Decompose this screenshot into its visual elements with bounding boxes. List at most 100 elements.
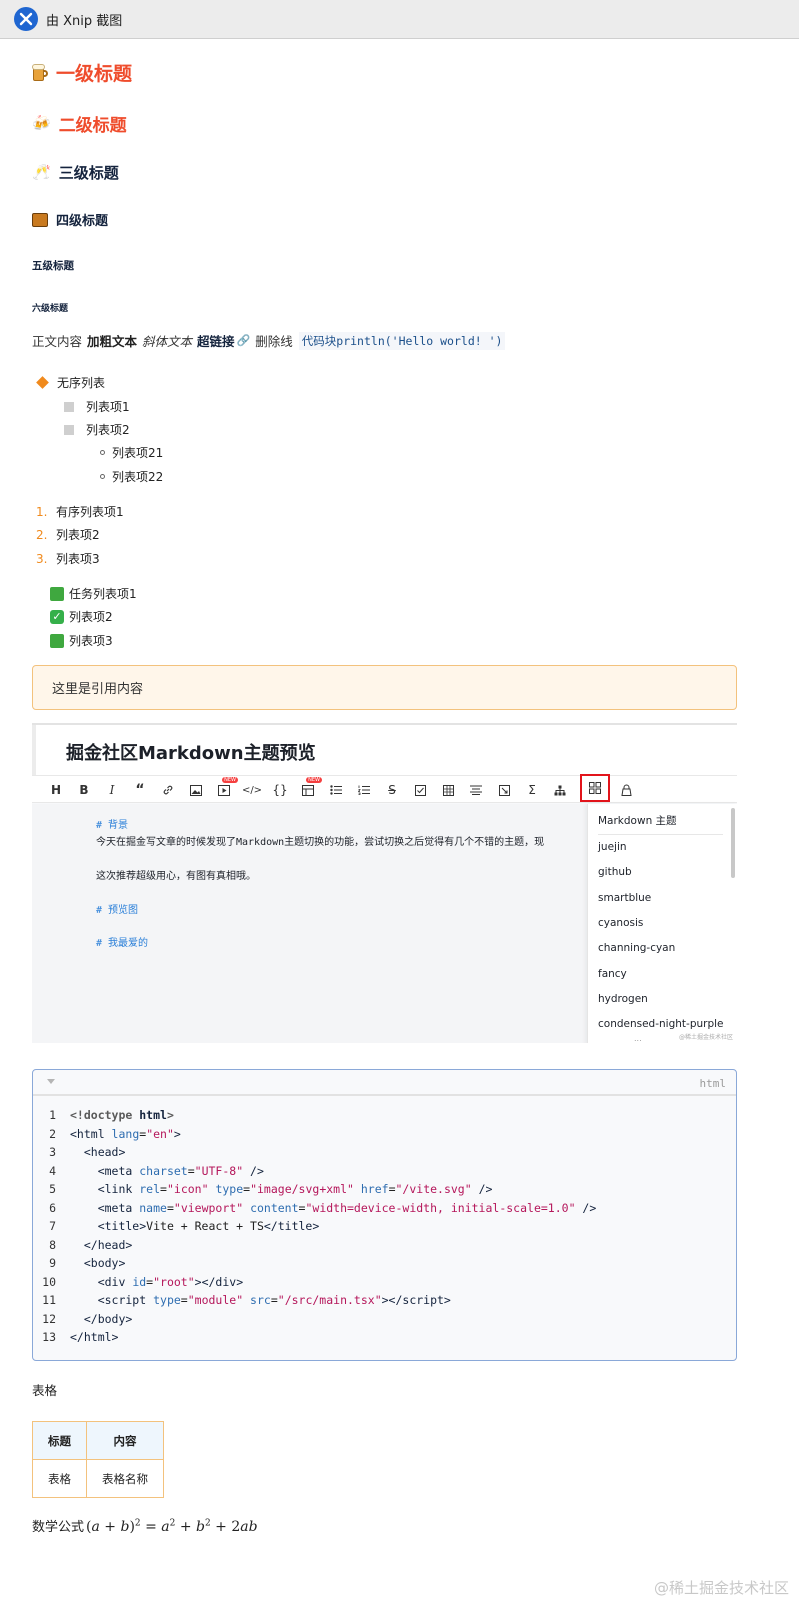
theme-option: hydrogen (598, 993, 648, 1005)
table-row: 表格 表格名称 (32, 1459, 164, 1498)
line-number: 6 (49, 1200, 56, 1215)
heading-3-text: 三级标题 (58, 164, 119, 182)
task-item: 任务列表项1 (50, 585, 137, 602)
clinking-beer-mugs-icon: 🍻 (32, 114, 51, 132)
new-badge: NEW (222, 777, 238, 783)
new-badge: NEW (306, 777, 322, 783)
code-line: 3 <head> (33, 1145, 125, 1163)
table-cell: 表格名称 (86, 1459, 164, 1498)
line-number: 7 (49, 1219, 56, 1233)
theme-option: smartblue (598, 892, 652, 904)
line-number: 8 (49, 1237, 56, 1252)
list-item: 列表项2 (64, 421, 130, 438)
table-header-cell: 内容 (86, 1421, 164, 1460)
table-cell: 表格 (32, 1459, 87, 1498)
code-line: 11 <script type = "module" src = "/src/main.… (33, 1293, 451, 1311)
grid-tool-icon (438, 780, 458, 800)
bold-tool-icon: B (79, 783, 89, 797)
lock-tool-icon (616, 780, 636, 800)
code-language-label: html (699, 1077, 727, 1090)
image-tool-icon (186, 780, 206, 800)
list-item: 列表项21 (100, 444, 163, 461)
tree-tool-icon (550, 780, 570, 800)
code-line: 2 <html lang = "en" > (33, 1127, 181, 1145)
align-tool-icon (466, 780, 486, 800)
task-item: 列表项3 (50, 632, 113, 649)
code-line: 8 </head> (33, 1238, 132, 1256)
diamond-bullet-icon (36, 376, 49, 389)
unchecked-green-square-icon[interactable] (50, 586, 64, 601)
tumbler-glass-icon (32, 212, 48, 227)
math-formula-line: 数学公式 (a + b)2 = a2 + b2 + 2ab (32, 1516, 258, 1535)
formula-tool-icon: Σ (528, 783, 536, 797)
video-tool-icon: NEW (214, 777, 238, 800)
code-line: 10 <div id = "root" ></div> (33, 1275, 243, 1293)
heading-5: 五级标题 (32, 260, 74, 272)
theme-more: ... (634, 1034, 642, 1043)
table-header-row: 标题 内容 (32, 1421, 164, 1460)
quote-tool-icon: “ (135, 782, 145, 798)
theme-option: channing-cyan (598, 942, 676, 954)
line-number: 5 (49, 1182, 56, 1196)
heading-3: 🥂 三级标题 (32, 162, 119, 183)
xnip-app-icon (14, 7, 38, 31)
body-paragraph: 正文内容 加粗文本 斜体文本 超链接 🔗 删除线 代码块println('Hel… (32, 331, 506, 350)
editor-line: # 预览图 (96, 905, 139, 916)
math-equation: (a + b)2 = a2 + b2 + 2ab (86, 1518, 258, 1535)
hyperlink[interactable]: 超链接 (197, 331, 235, 350)
collapse-caret-icon[interactable] (47, 1079, 55, 1084)
menu-scrollbar (731, 808, 735, 878)
unordered-list-tool-icon (326, 780, 346, 800)
italic-tool-icon: I (109, 783, 115, 797)
list-item-text: 列表项21 (112, 446, 164, 460)
table-label: 表格 (32, 1383, 58, 1398)
editor-toolbar: H B I “ NEW </> {} NEW S Σ (32, 774, 737, 803)
editor-line: 今天在掘金写文章的时候发现了Markdown主题切换的功能，尝试切换之后觉得有几… (96, 837, 545, 848)
line-number: 11 (42, 1293, 56, 1307)
clinking-glasses-icon: 🥂 (32, 163, 51, 181)
bold-text: 加粗文本 (87, 334, 138, 349)
editor-pane: # 背景 今天在掘金写文章的时候发现了Markdown主题切换的功能，尝试切换之… (32, 804, 587, 1043)
code-line: 13 </html> (33, 1330, 118, 1348)
math-label: 数学公式 (32, 1520, 85, 1535)
list-item-text: 列表项22 (112, 470, 164, 484)
unchecked-green-square-icon[interactable] (50, 633, 64, 648)
list-item: 列表项1 (64, 398, 130, 415)
link-icon: 🔗 (236, 334, 251, 347)
beer-mug-icon (32, 63, 48, 82)
list-item: 无序列表 (36, 374, 105, 391)
window-title-bar: 由 Xnip 截图 (0, 0, 799, 39)
line-number: 2 (49, 1126, 56, 1141)
list-item-text: 无序列表 (57, 376, 106, 390)
list-item-text: 列表项2 (86, 423, 130, 437)
code-line: 5 <link rel = "icon" type = "image/svg+xml" … (33, 1182, 492, 1200)
task-tool-icon (410, 780, 430, 800)
screenshot-watermark: @稀土掘金技术社区 (678, 1034, 733, 1041)
screenshot-header: 掘金社区Markdown主题预览 (32, 725, 737, 775)
code-line: 12 </body> (33, 1312, 132, 1330)
blockquote-text: 这里是引用内容 (52, 682, 144, 697)
heading-4-text: 四级标题 (56, 214, 109, 229)
page-watermark: @稀土掘金技术社区 (653, 1579, 789, 1597)
strikethrough-text: 删除线 (255, 334, 293, 349)
italic-text: 斜体文本 (142, 334, 193, 349)
list-number: 2. (36, 527, 48, 542)
theme-option: github (598, 866, 632, 878)
list-item-text: 列表项3 (56, 552, 100, 566)
theme-option: cyanosis (598, 917, 644, 929)
editor-line: 这次推荐超级用心，有图有真相哦。 (96, 871, 256, 882)
theme-option: juejin (598, 841, 627, 853)
theme-option: fancy (598, 968, 627, 980)
theme-tool-icon (580, 774, 610, 802)
codeblock-tool-icon: {} (272, 783, 288, 797)
task-item-text: 任务列表项1 (69, 587, 137, 601)
code-line: 9 <body> (33, 1256, 125, 1274)
list-number: 1. (36, 504, 48, 519)
checkmark-icon[interactable]: ✓ (50, 609, 64, 624)
table-new-tool-icon: NEW (298, 777, 322, 800)
code-tool-icon: </> (241, 784, 263, 796)
code-line: 1 <!doctype html > (33, 1108, 174, 1126)
menu-title: Markdown 主题 (598, 813, 723, 835)
line-number: 4 (49, 1163, 56, 1178)
heading-1-text: 一级标题 (56, 63, 133, 85)
